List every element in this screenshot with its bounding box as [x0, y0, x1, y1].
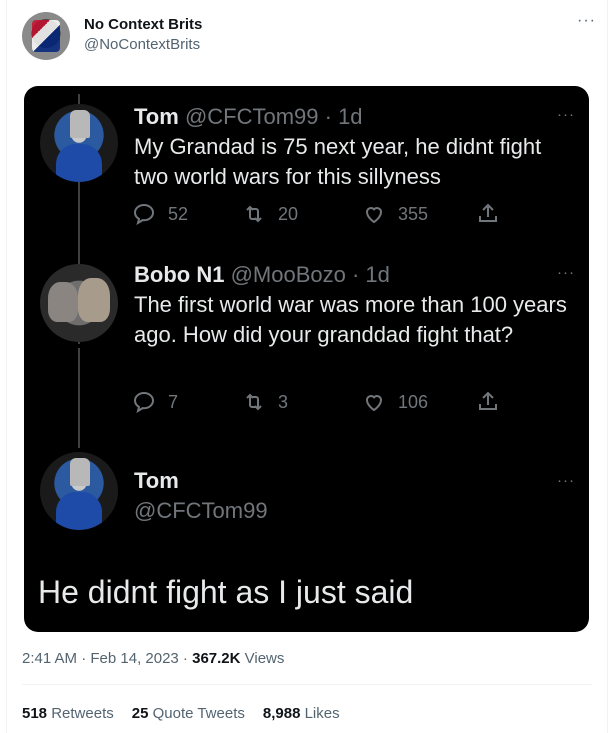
- share-stat: [476, 202, 512, 226]
- views-count: 367.2K: [192, 650, 241, 667]
- quotes-count: 25: [131, 705, 149, 722]
- reply-icon: [132, 390, 156, 414]
- frame-left-border: [6, 0, 7, 733]
- retweet-stat: 20: [242, 202, 298, 226]
- share-icon: [476, 202, 500, 226]
- reply-count: 52: [168, 203, 189, 224]
- tweet-1-name: Tom: [134, 104, 179, 129]
- retweet-count: 3: [278, 391, 289, 412]
- tom-avatar: [40, 452, 118, 530]
- retweets-stat[interactable]: 518 Retweets: [22, 705, 114, 722]
- tweet-3-text: He didnt fight as I just said: [38, 574, 414, 610]
- retweets-count: 518: [22, 705, 48, 722]
- tweet-1-header: Tom @CFCTom99 · 1d: [134, 104, 363, 130]
- thread-line: [78, 348, 80, 448]
- bobo-avatar: [40, 264, 118, 342]
- views-label: Views: [240, 650, 285, 667]
- retweet-icon: [242, 202, 266, 226]
- share-stat: [476, 390, 512, 414]
- tweet-2-handle-time: @MooBozo · 1d: [230, 262, 390, 287]
- heart-icon: [362, 202, 386, 226]
- reply-stat: 52: [132, 202, 188, 226]
- author-name[interactable]: No Context Brits: [84, 16, 202, 33]
- tweet-2-more-icon: ···: [557, 264, 575, 281]
- tweet-2-header: Bobo N1 @MooBozo · 1d: [134, 262, 390, 288]
- avatar[interactable]: [22, 12, 70, 60]
- like-stat: 106: [362, 390, 428, 414]
- likes-count: 8,988: [262, 705, 301, 722]
- more-options-icon[interactable]: ···: [577, 12, 596, 30]
- tweet-1-handle-time: @CFCTom99 · 1d: [184, 104, 363, 129]
- tweet-3-name: Tom: [134, 468, 179, 493]
- divider: [22, 684, 592, 685]
- tweet-header: No Context Brits @NoContextBrits ···: [22, 8, 596, 64]
- like-stat: 355: [362, 202, 428, 226]
- tweet-1-actions: 52 20 355: [132, 202, 532, 232]
- reply-icon: [132, 202, 156, 226]
- reply-count: 7: [168, 391, 179, 412]
- tweet-3-more-icon: ···: [557, 472, 575, 489]
- like-count: 106: [398, 391, 429, 412]
- share-icon: [476, 390, 500, 414]
- quotes-label: Quote Tweets: [152, 705, 245, 722]
- tweet-3-handle: @CFCTom99: [134, 498, 268, 523]
- tweet-2-actions: 7 3 106: [132, 390, 532, 420]
- like-count: 355: [398, 203, 429, 224]
- heart-icon: [362, 390, 386, 414]
- avatar-image: [32, 20, 60, 52]
- tweet-1-text: My Grandad is 75 next year, he didnt fig…: [134, 134, 542, 189]
- tweet-meta: 2:41 AM · Feb 14, 2023 · 367.2K Views: [22, 650, 284, 667]
- retweet-icon: [242, 390, 266, 414]
- tweet-2-name: Bobo N1: [134, 262, 225, 287]
- embedded-screenshot[interactable]: Tom @CFCTom99 · 1d ··· My Grandad is 75 …: [24, 86, 589, 632]
- tweet-1-more-icon: ···: [557, 106, 575, 123]
- tom-avatar: [40, 104, 118, 182]
- likes-stat[interactable]: 8,988 Likes: [263, 705, 340, 722]
- reply-stat: 7: [132, 390, 178, 414]
- tweet-2-text: The first world war was more than 100 ye…: [134, 292, 567, 347]
- tweet-timestamp[interactable]: 2:41 AM · Feb 14, 2023 ·: [22, 650, 192, 667]
- retweet-count: 20: [278, 203, 299, 224]
- engagement-stats: 518 Retweets 25 Quote Tweets 8,988 Likes: [22, 705, 340, 722]
- retweet-stat: 3: [242, 390, 288, 414]
- likes-label: Likes: [304, 705, 340, 722]
- frame-right-border: [607, 0, 608, 733]
- retweets-label: Retweets: [51, 705, 114, 722]
- quote-tweets-stat[interactable]: 25 Quote Tweets: [132, 705, 245, 722]
- author-handle[interactable]: @NoContextBrits: [84, 36, 200, 53]
